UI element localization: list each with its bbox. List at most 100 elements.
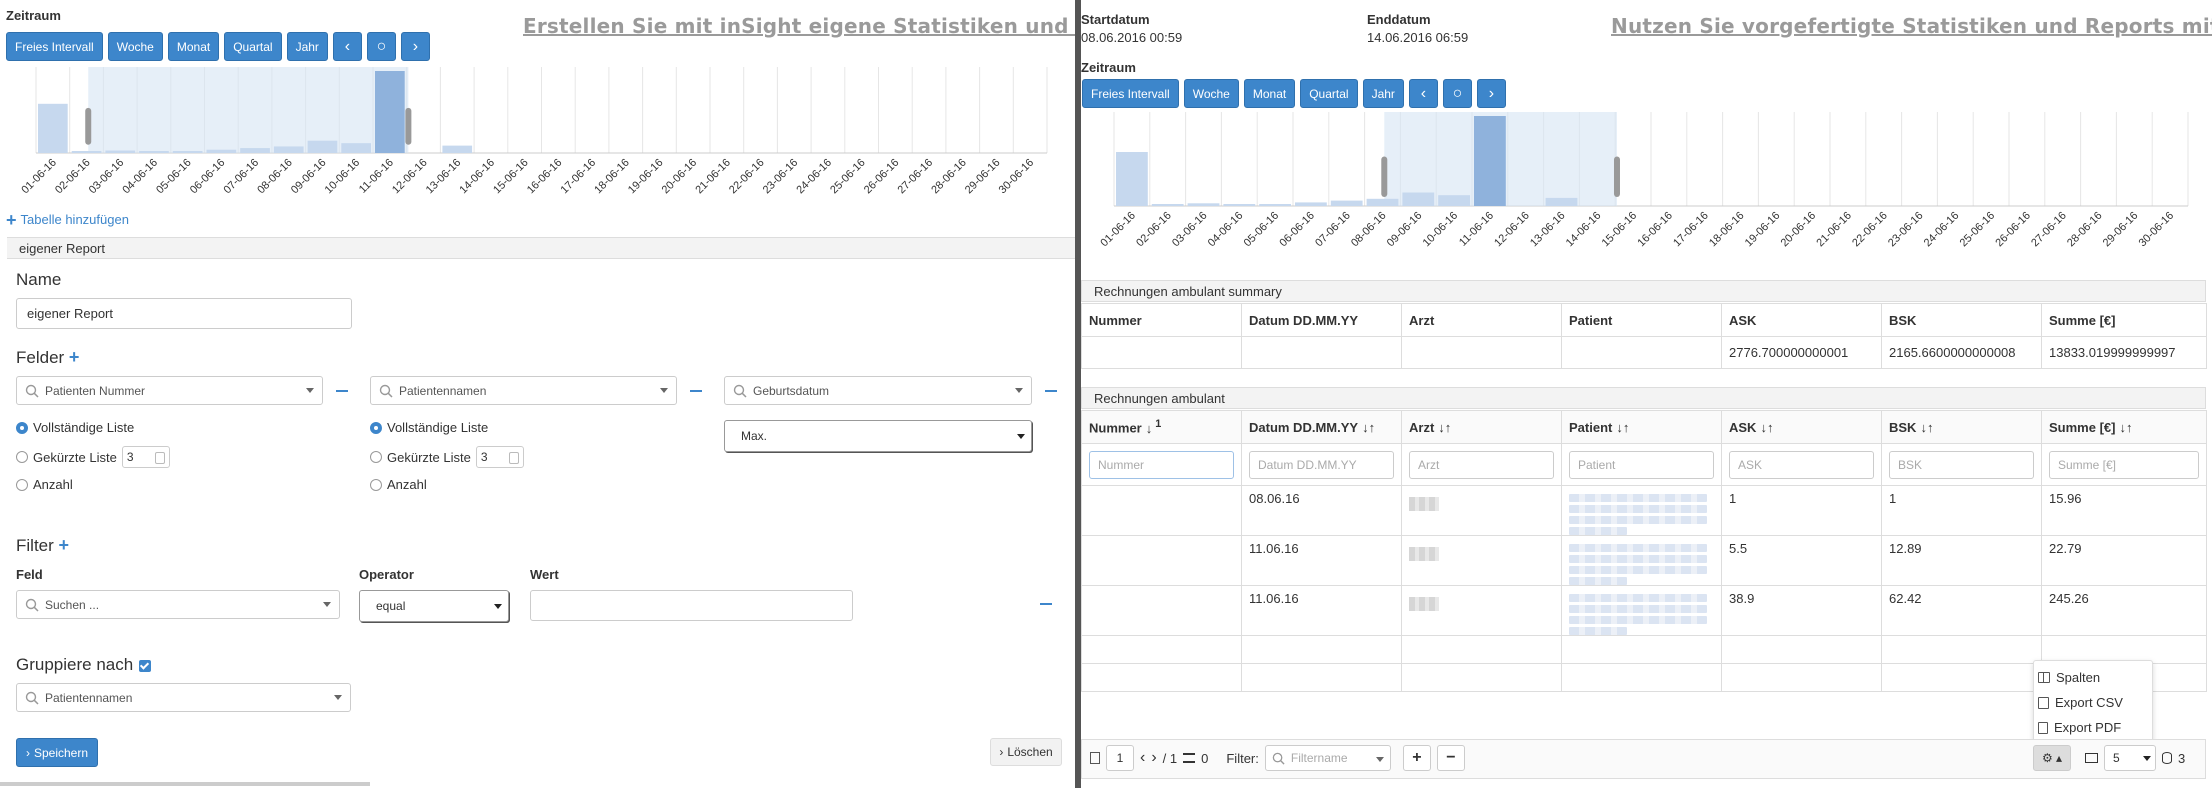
menu-item-export-csv[interactable]: Export CSV: [2034, 690, 2152, 715]
prev-page-icon[interactable]: ‹: [1140, 749, 1145, 767]
add-filter-button[interactable]: +: [1402, 745, 1431, 771]
reset-range-button[interactable]: ○: [1442, 79, 1472, 108]
database-icon: [2162, 752, 2172, 764]
column-filter-input[interactable]: Nummer: [1089, 450, 1234, 479]
column-filter-input[interactable]: Patient: [1569, 450, 1714, 479]
scrollbar[interactable]: [0, 782, 370, 786]
field-1-count-option[interactable]: Anzahl: [16, 477, 73, 492]
remove-filter-icon[interactable]: [1040, 603, 1052, 605]
page-input[interactable]: 1: [1106, 745, 1134, 771]
range-button-woche[interactable]: Woche: [107, 32, 163, 61]
remove-field-3-icon[interactable]: [1045, 390, 1057, 392]
col-header[interactable]: Nummer ↓ 1: [1081, 410, 1242, 444]
col-header[interactable]: ASK ↓↑: [1721, 410, 1882, 444]
timeline-chart[interactable]: 01-06-16 02-06-16 03-06-16 04-06-16 05-06-16…: [1081, 110, 2201, 280]
short-count-stepper[interactable]: 3: [475, 446, 524, 468]
delete-button[interactable]: › Löschen: [990, 738, 1062, 766]
page-size-select[interactable]: 5: [2104, 745, 2156, 771]
redacted-doctor: [1409, 497, 1439, 511]
field-2-full-option[interactable]: Vollständige Liste: [370, 420, 488, 435]
range-button-woche[interactable]: Woche: [1183, 79, 1239, 108]
table-row[interactable]: 08.06.16 1 1 15.96: [1081, 485, 2207, 536]
field-1-short-option[interactable]: Gekürzte Liste 3: [16, 446, 170, 468]
sort-icon: ↓↑: [1438, 419, 1452, 435]
filter-field-select[interactable]: Suchen ...: [16, 590, 340, 619]
save-button[interactable]: › Speichern: [16, 738, 98, 767]
field-1-full-option[interactable]: Vollständige Liste: [16, 420, 134, 435]
bar-09-06-16: [1402, 192, 1435, 206]
prev-range-button[interactable]: ‹: [1408, 79, 1438, 108]
menu-item-export-pdf[interactable]: Export PDF: [2034, 715, 2152, 740]
saved-filter-select[interactable]: Filtername: [1264, 745, 1391, 771]
column-filter-input[interactable]: Datum DD.MM.YY: [1249, 450, 1394, 479]
col-header[interactable]: Summe [€] ↓↑: [2041, 410, 2207, 444]
remove-field-1-icon[interactable]: [336, 390, 348, 392]
remove-filter-button[interactable]: −: [1436, 745, 1465, 771]
next-range-button[interactable]: ›: [1476, 79, 1506, 108]
range-button-jahr[interactable]: Jahr: [286, 32, 328, 61]
summary-col-header: BSK: [1881, 303, 2042, 337]
col-header[interactable]: Datum DD.MM.YY ↓↑: [1241, 410, 1402, 444]
tick-label: 03-06-16: [1170, 210, 1210, 250]
column-filter-input[interactable]: BSK: [1889, 450, 2034, 479]
range-button-freies-intervall[interactable]: Freies Intervall: [1082, 79, 1179, 108]
range-button-quartal[interactable]: Quartal: [224, 32, 282, 61]
file-icon: [1090, 752, 1100, 764]
operator-select[interactable]: equal: [359, 590, 509, 622]
tick-label: 04-06-16: [120, 157, 160, 197]
range-button-monat[interactable]: Monat: [1243, 79, 1296, 108]
col-header-label: Patient: [1569, 419, 1613, 435]
remove-field-2-icon[interactable]: [690, 390, 702, 392]
table-row[interactable]: 11.06.16 38.9 62.42 245.26: [1081, 585, 2207, 636]
range-button-jahr[interactable]: Jahr: [1362, 79, 1404, 108]
col-header[interactable]: BSK ↓↑: [1881, 410, 2042, 444]
redacted-patient: [1569, 577, 1627, 585]
table-row[interactable]: 11.06.16 5.5 12.89 22.79: [1081, 535, 2207, 586]
radio-icon: [370, 421, 382, 434]
range-button-quartal[interactable]: Quartal: [1300, 79, 1358, 108]
field-select-2[interactable]: Patientennamen: [370, 376, 677, 405]
checkbox-icon[interactable]: [139, 659, 152, 672]
search-icon: [25, 384, 39, 398]
group-field-select[interactable]: Patientennamen: [16, 683, 351, 712]
end-value: 14.06.2016 06:59: [1367, 30, 1469, 45]
field-select-3[interactable]: Geburtsdatum: [724, 376, 1032, 405]
pager: 1 ‹ › / 1 0 Filter: Filtername + −: [1090, 745, 1465, 771]
menu-item-spalten[interactable]: Spalten: [2034, 665, 2152, 690]
column-filter-input[interactable]: ASK: [1729, 450, 1874, 479]
col-header[interactable]: Arzt ↓↑: [1401, 410, 1562, 444]
column-filter-input[interactable]: Arzt: [1409, 450, 1554, 479]
next-page-icon[interactable]: ›: [1151, 749, 1156, 767]
timeline-chart[interactable]: 01-06-16 02-06-16 03-06-16 04-06-16 05-06-16…: [0, 62, 1060, 212]
aggregate-select[interactable]: Max.: [724, 420, 1032, 452]
col-header[interactable]: Patient ↓↑: [1561, 410, 1722, 444]
add-filter-icon[interactable]: +: [59, 535, 70, 555]
add-field-icon[interactable]: +: [69, 347, 80, 367]
filter-value-input[interactable]: [530, 590, 853, 621]
report-name-input[interactable]: eigener Report: [16, 298, 352, 329]
reset-range-button[interactable]: ○: [366, 32, 396, 61]
redacted-doctor: [1409, 597, 1439, 611]
range-button-freies-intervall[interactable]: Freies Intervall: [6, 32, 103, 61]
add-table-link[interactable]: + Tabelle hinzufügen: [6, 211, 129, 229]
range-button-monat[interactable]: Monat: [167, 32, 220, 61]
page-size-value: 5: [2113, 751, 2120, 765]
menu-item-label: Export PDF: [2054, 720, 2122, 735]
tick-label: 03-06-16: [87, 157, 127, 197]
next-range-button[interactable]: ›: [400, 32, 430, 61]
field-select-1[interactable]: Patienten Nummer: [16, 376, 323, 405]
field-2-count-option[interactable]: Anzahl: [370, 477, 427, 492]
prev-range-button[interactable]: ‹: [332, 32, 362, 61]
column-filter-input[interactable]: Summe [€]: [2049, 450, 2199, 479]
table-cell: [1401, 535, 1562, 586]
chevron-down-icon: [306, 388, 314, 393]
tick-label: 17-06-16: [559, 157, 599, 197]
export-menu: Spalten Export CSV Export PDF: [2033, 660, 2153, 745]
summary-cell: [1561, 336, 1722, 369]
table-cell: [1241, 635, 1402, 664]
filter-label: Filter: [16, 536, 54, 555]
table-cell: [1081, 635, 1242, 664]
short-count-stepper[interactable]: 3: [121, 446, 170, 468]
field-2-short-option[interactable]: Gekürzte Liste 3: [370, 446, 524, 468]
settings-button[interactable]: ⚙ ▴: [2033, 745, 2071, 771]
